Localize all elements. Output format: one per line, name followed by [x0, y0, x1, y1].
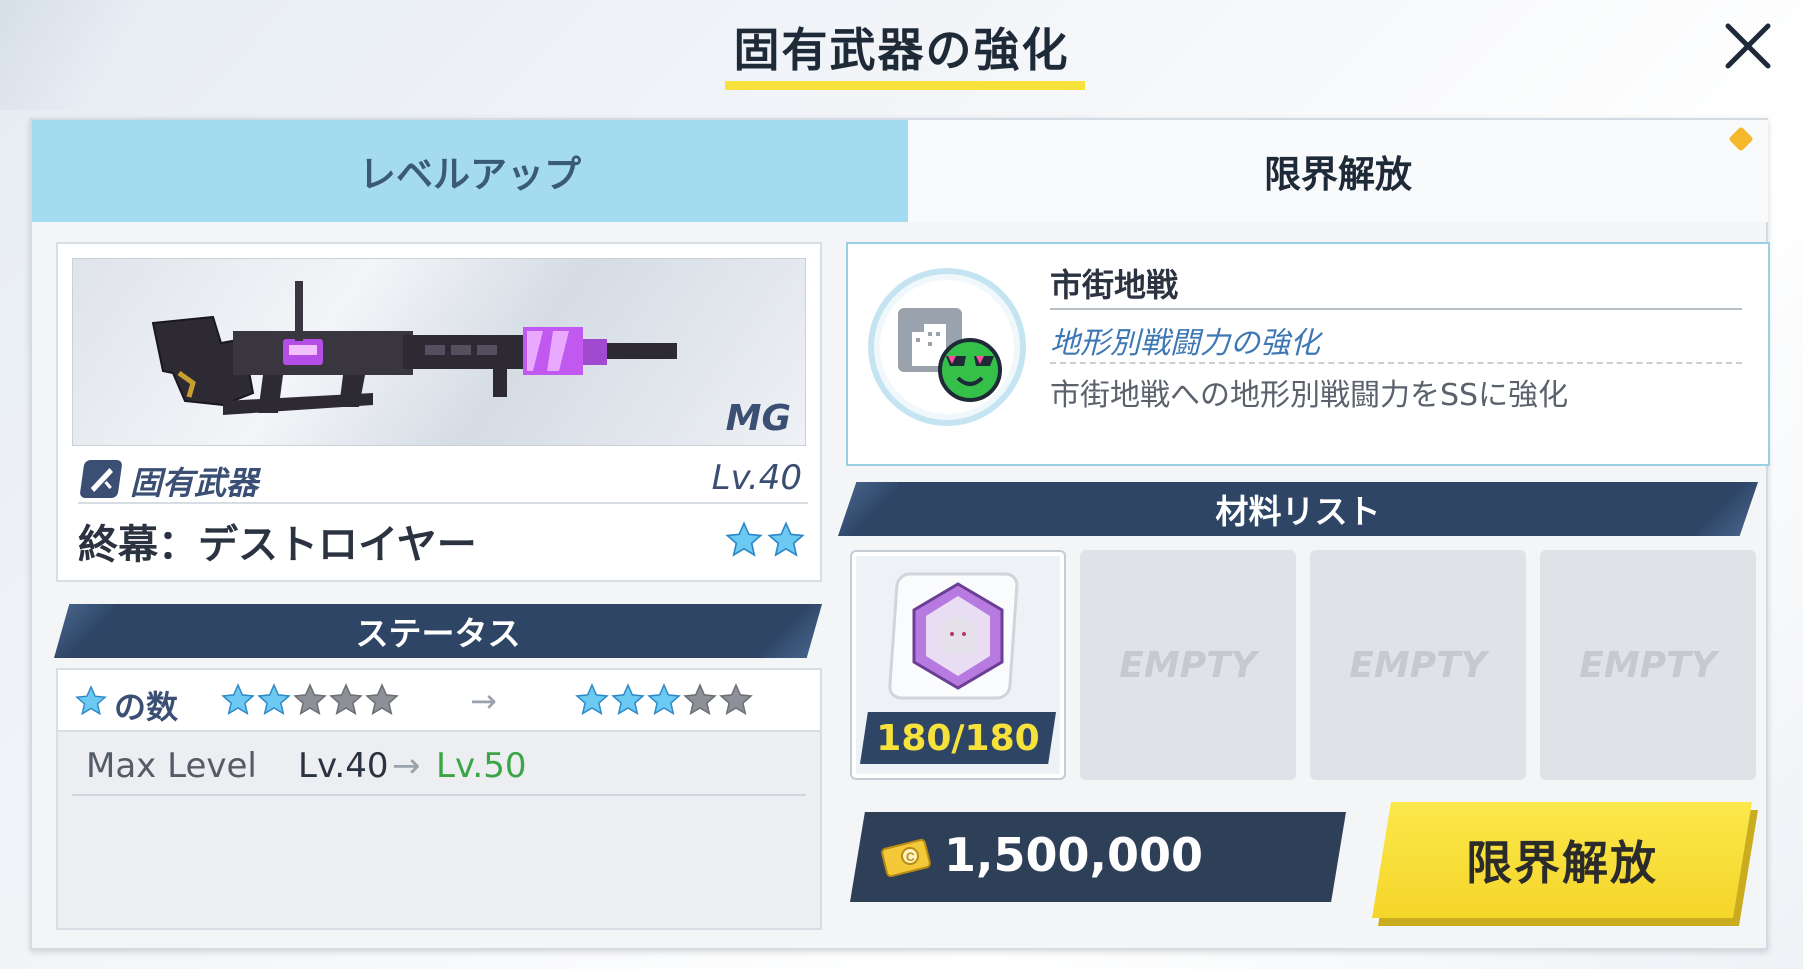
star-empty-icon [364, 682, 400, 722]
title-underline [725, 81, 1085, 90]
max-level-to: Lv.50 [436, 746, 527, 786]
max-level-label: Max Level [86, 746, 257, 786]
ability-card: 市街地戦 地形別戦闘力の強化 市街地戦への地形別戦闘力をSSに強化 [846, 242, 1770, 466]
weapon-card: MG 固有武器 Lv.40 終幕：デストロイヤー [56, 242, 822, 582]
close-button[interactable] [1716, 14, 1780, 78]
material-slot-1[interactable]: 180/180 [850, 550, 1066, 780]
cost-value: 1,500,000 [944, 828, 1203, 882]
star-empty-icon [328, 682, 364, 722]
tab-level-up[interactable]: レベルアップ [32, 120, 908, 222]
material-slot-4: EMPTY [1540, 550, 1756, 780]
material-slot-2: EMPTY [1080, 550, 1296, 780]
material-list-header: 材料リスト [838, 482, 1758, 536]
arrow-icon: → [470, 682, 497, 720]
status-header-label: ステータス [355, 614, 521, 653]
ability-subtitle: 地形別戦闘力の強化 [1050, 326, 1320, 361]
divider [1050, 362, 1742, 364]
star-filled-icon [610, 682, 646, 722]
status-panel: の数 → Max Level Lv.40 → Lv.50 [56, 668, 822, 930]
star-filled-icon [256, 682, 292, 722]
enhance-panel: レベルアップ 限界解放 MG 固有武器 Lv.40 終幕：デストロイヤー ステー… [30, 118, 1770, 950]
stars-after [574, 682, 754, 722]
star-count-label: の数 [114, 688, 179, 726]
weapon-class-label: MG [725, 398, 791, 439]
arrow-icon: → [392, 746, 421, 786]
ability-description: 市街地戦への地形別戦闘力をSSに強化 [1050, 378, 1569, 413]
star-filled-icon [766, 520, 806, 564]
material-list-label: 材料リスト [1215, 492, 1381, 531]
star-filled-icon [220, 682, 256, 722]
star-filled-icon [574, 682, 610, 722]
star-empty-icon [718, 682, 754, 722]
weapon-level: Lv.40 [711, 458, 802, 498]
urban-combat-icon[interactable] [868, 268, 1026, 426]
max-level-from: Lv.40 [298, 746, 389, 786]
weapon-type-label: 固有武器 [130, 464, 259, 502]
weapon-image: MG [72, 258, 806, 446]
material-count: 180/180 [860, 712, 1056, 764]
unique-weapon-icon [79, 460, 123, 498]
weapon-star-rating [724, 520, 806, 564]
star-icon [74, 684, 108, 722]
max-level-row: Max Level Lv.40 → Lv.50 [72, 732, 806, 796]
material-slot-3: EMPTY [1310, 550, 1526, 780]
star-filled-icon [646, 682, 682, 722]
weapon-type-row: 固有武器 Lv.40 [78, 452, 808, 504]
status-header: ステータス [54, 604, 822, 658]
star-count-row: の数 → [58, 670, 820, 732]
cost-bar: C 1,500,000 [850, 812, 1346, 902]
svg-text:C: C [906, 850, 915, 864]
stars-before [220, 682, 400, 722]
character-shard-icon [878, 570, 1038, 708]
limit-break-button[interactable]: 限界解放 [1372, 802, 1752, 918]
ability-name: 市街地戦 [1050, 266, 1179, 304]
close-icon [1725, 23, 1771, 69]
star-empty-icon [292, 682, 328, 722]
machine-gun-icon [151, 281, 677, 415]
tab-limit-break[interactable]: 限界解放 [908, 120, 1768, 222]
page-title: 固有武器の強化 [733, 23, 1070, 77]
divider [1050, 308, 1742, 310]
star-filled-icon [724, 520, 764, 564]
weapon-name: 終幕：デストロイヤー [78, 522, 477, 568]
star-empty-icon [682, 682, 718, 722]
credit-icon: C [880, 838, 932, 882]
